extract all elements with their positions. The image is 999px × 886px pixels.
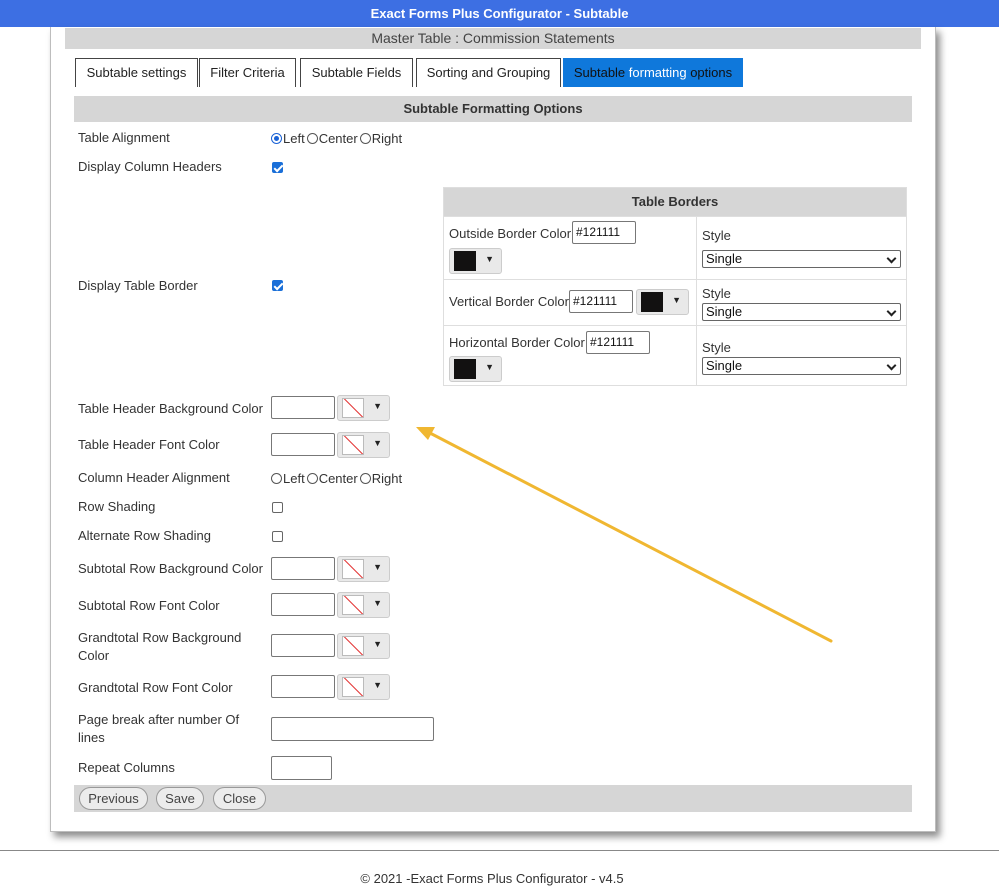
annotation-arrow [416, 427, 833, 643]
copyright-footer: © 2021 -Exact Forms Plus Configurator - … [360, 871, 624, 886]
page-divider [0, 850, 999, 851]
